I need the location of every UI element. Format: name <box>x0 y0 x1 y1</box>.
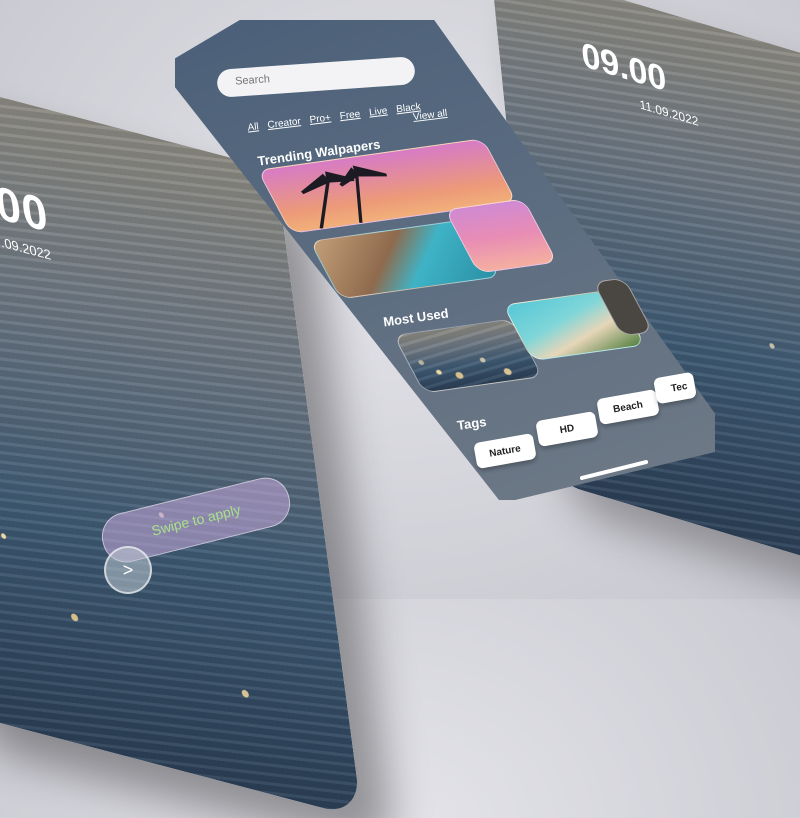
lock-time-left: 00 <box>0 174 52 243</box>
search-input[interactable] <box>232 62 408 89</box>
swipe-handle-icon[interactable]: > <box>104 546 152 594</box>
filter-all[interactable]: All <box>247 121 259 133</box>
filter-live[interactable]: Live <box>369 105 389 118</box>
wallpaper-app-screen: All Creator Pro+ Free Live Black View al… <box>175 20 735 520</box>
